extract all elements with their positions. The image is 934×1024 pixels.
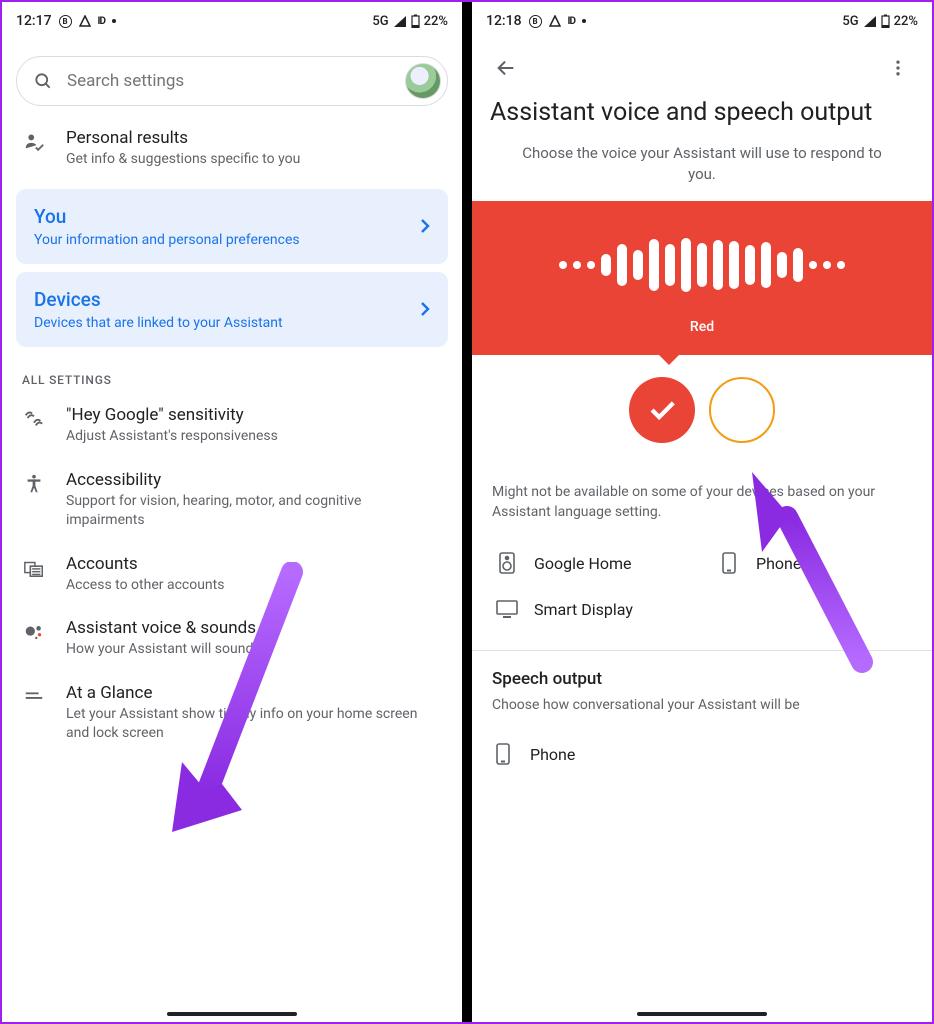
personal-results-row[interactable]: Personal results Get info & suggestions … [2,116,462,181]
signal-icon [863,15,877,27]
status-icon-triangle [79,15,91,27]
accounts-row[interactable]: Accounts Access to other accounts [2,542,462,607]
hey-google-title: "Hey Google" sensitivity [66,405,442,425]
chevron-right-icon [420,301,430,317]
assistant-icon [22,620,46,644]
status-icon-triangle [549,15,561,27]
device-label: Smart Display [534,600,633,619]
you-card[interactable]: You Your information and personal prefer… [16,189,448,264]
status-icon-id: ID [98,16,105,27]
assistant-voice-sub: How your Assistant will sound [66,640,442,659]
status-time: 12:17 [16,13,52,29]
search-bar[interactable] [16,56,448,106]
search-icon [33,71,53,91]
devices-card[interactable]: Devices Devices that are linked to your … [16,272,448,347]
waveform-icon [472,235,932,295]
device-smart-display[interactable]: Smart Display [480,586,702,632]
status-icon-b: B [529,15,542,28]
speech-output-opt: Phone [530,745,575,764]
voice-selector [472,355,932,483]
page-title: Assistant voice and speech output [472,96,932,139]
personal-results-title: Personal results [66,128,442,148]
voice-option-red[interactable] [629,377,695,443]
status-dot-icon [112,19,116,23]
glance-icon [22,685,46,709]
profile-avatar[interactable] [405,63,441,99]
status-network: 5G [842,14,858,29]
search-input[interactable] [67,71,391,91]
speaker-icon [496,552,518,574]
you-card-sub: Your information and personal preference… [34,232,420,248]
phone-icon [492,743,514,765]
device-google-home[interactable]: Google Home [480,540,702,586]
device-label: Google Home [534,554,632,573]
speech-output-title: Speech output [492,669,912,689]
hey-google-row[interactable]: "Hey Google" sensitivity Adjust Assistan… [2,393,462,458]
devices-card-title: Devices [34,288,420,311]
app-bar [472,40,932,96]
divider [472,650,932,651]
chevron-right-icon [420,218,430,234]
you-card-title: You [34,205,420,228]
voice-option-orange[interactable] [709,377,775,443]
status-dot-icon [582,19,586,23]
battery-icon [411,14,420,28]
more-vert-icon [888,58,908,78]
device-phone[interactable]: Phone [702,540,924,586]
assistant-voice-row[interactable]: Assistant voice & sounds How your Assist… [2,606,462,671]
check-icon [645,393,679,427]
nav-handle[interactable] [637,1012,767,1016]
battery-icon [881,14,890,28]
status-network: 5G [372,14,388,29]
page-subtitle: Choose the voice your Assistant will use… [472,139,932,201]
accessibility-row[interactable]: Accessibility Support for vision, hearin… [2,458,462,542]
glance-sub: Let your Assistant show timely info on y… [66,705,442,743]
display-icon [496,598,518,620]
voice-screen: 12:18 B ID 5G 22% Assistant voice and [467,2,932,1022]
assistant-voice-title: Assistant voice & sounds [66,618,442,638]
voice-name-label: Red [472,319,932,345]
status-battery-pct: 22% [894,14,918,29]
device-label: Phone [756,554,801,573]
voice-preview-banner: Red [472,201,932,355]
accessibility-sub: Support for vision, hearing, motor, and … [66,492,442,530]
sensitivity-icon [22,407,46,431]
arrow-left-icon [495,57,517,79]
at-a-glance-row[interactable]: At a Glance Let your Assistant show time… [2,671,462,755]
status-time: 12:18 [486,13,522,29]
phone-icon [718,552,740,574]
devices-card-sub: Devices that are linked to your Assistan… [34,315,420,331]
speech-output-sub: Choose how conversational your Assistant… [492,697,912,713]
speech-output-section: Speech output Choose how conversational … [472,665,932,781]
status-icon-b: B [59,15,72,28]
settings-screen: 12:17 B ID 5G 22% Personal results Get [2,2,467,1022]
back-button[interactable] [486,48,526,88]
accessibility-title: Accessibility [66,470,442,490]
accessibility-icon [22,472,46,496]
status-bar: 12:18 B ID 5G 22% [472,2,932,34]
all-settings-header: ALL SETTINGS [2,355,462,393]
person-check-icon [22,130,46,154]
availability-note: Might not be available on some of your d… [472,483,932,540]
more-button[interactable] [878,48,918,88]
device-list: Google Home Phone Smart Display [472,540,932,650]
speech-output-phone[interactable]: Phone [492,731,912,777]
accounts-sub: Access to other accounts [66,576,442,595]
accounts-title: Accounts [66,554,442,574]
hey-google-sub: Adjust Assistant's responsiveness [66,427,442,446]
personal-results-sub: Get info & suggestions specific to you [66,150,442,169]
signal-icon [393,15,407,27]
glance-title: At a Glance [66,683,442,703]
status-icon-id: ID [568,16,575,27]
status-battery-pct: 22% [424,14,448,29]
accounts-icon [22,556,46,580]
nav-handle[interactable] [167,1012,297,1016]
status-bar: 12:17 B ID 5G 22% [2,2,462,34]
